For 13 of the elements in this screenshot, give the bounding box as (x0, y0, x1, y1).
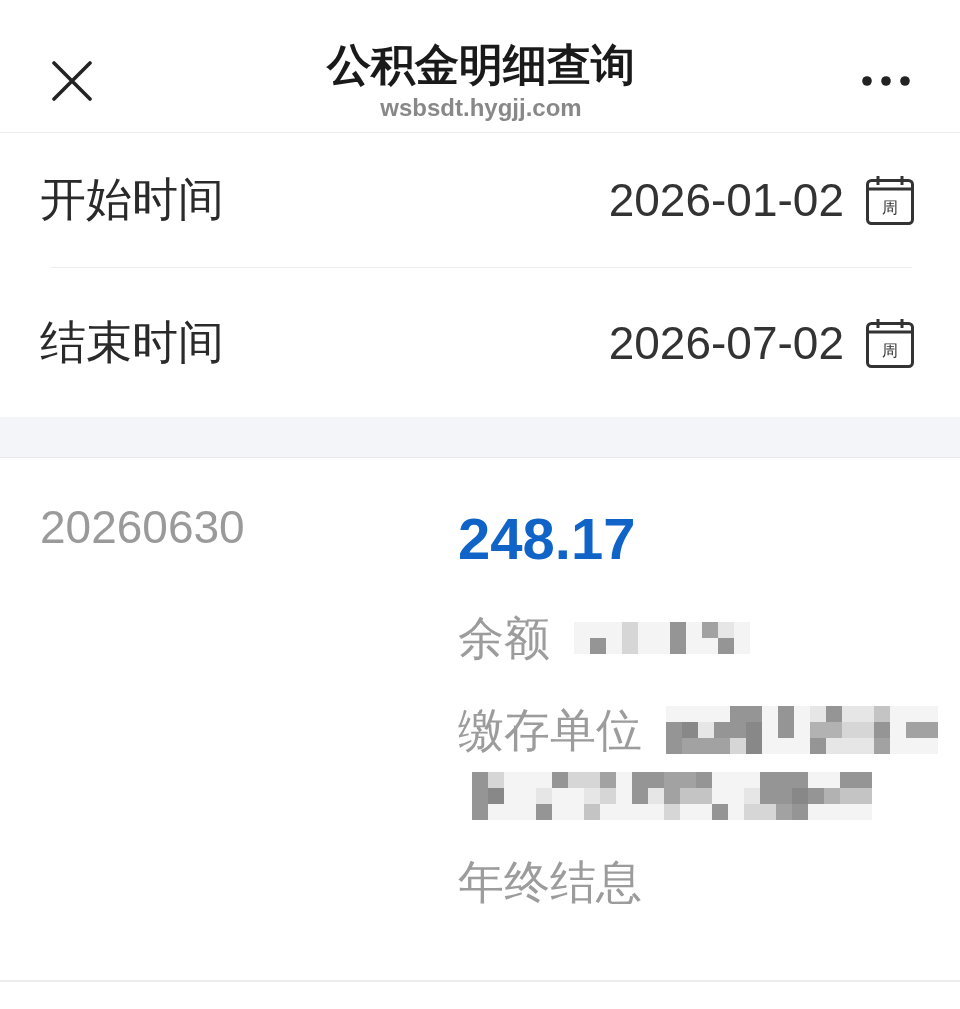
amount: 248.17 (458, 505, 636, 573)
field-label: 开始时间 (40, 172, 224, 227)
field-label: 缴存单位 (458, 703, 642, 758)
close-icon (52, 61, 92, 101)
record-date: 20260630 (40, 500, 245, 555)
page-title: 公积金明细查询 (327, 39, 635, 91)
field-label: 结束时间 (40, 314, 224, 370)
date-picker[interactable]: 2026-01-02 (608, 173, 844, 227)
site-domain: wsbsdt.hygjj.com (380, 93, 582, 123)
more-icon (862, 76, 910, 86)
date-picker[interactable]: 2026-07-02 (608, 315, 844, 370)
field-label: 余额 (458, 611, 550, 666)
field-label: 年终结息 (458, 855, 642, 910)
